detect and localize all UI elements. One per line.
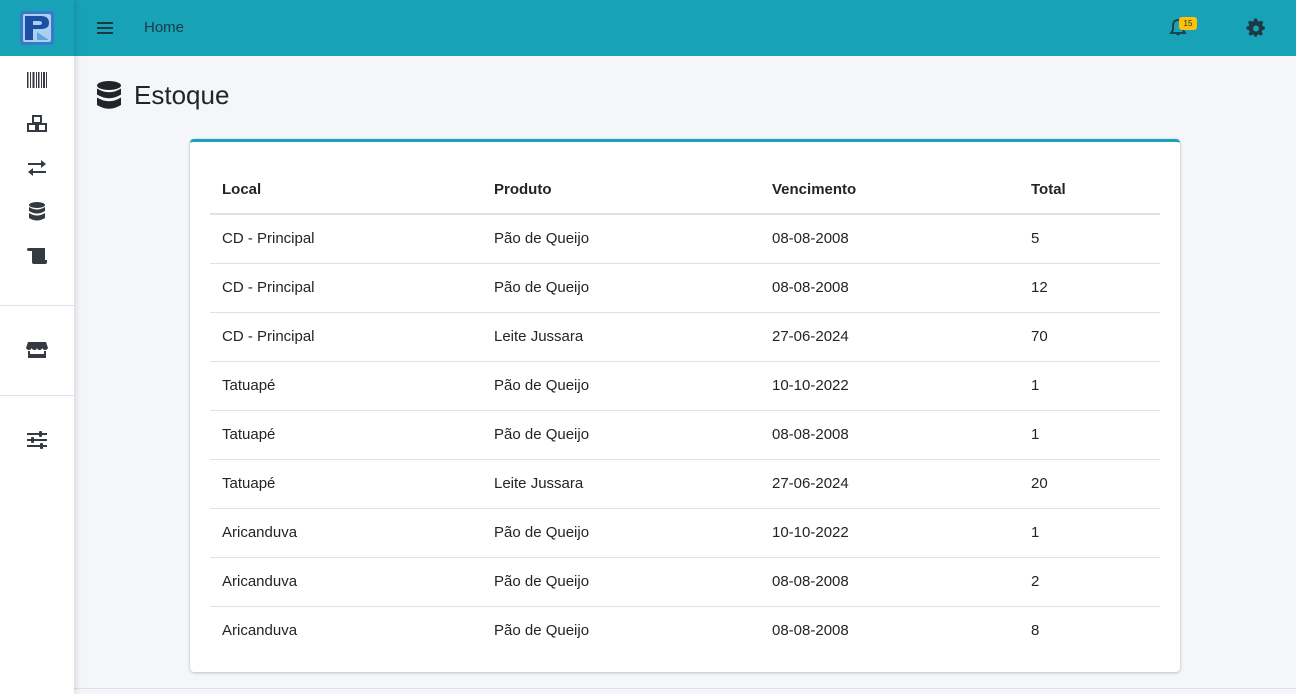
sliders-icon: [27, 431, 47, 449]
cell-produto: Pão de Queijo: [482, 508, 760, 558]
store-icon: [26, 342, 48, 358]
cell-produto: Leite Jussara: [482, 312, 760, 362]
table-row[interactable]: Aricanduva Pão de Queijo 08-08-2008 2: [210, 557, 1160, 607]
cell-local: Tatuapé: [210, 361, 482, 411]
sidebar-divider: [0, 305, 74, 306]
column-header-local[interactable]: Local: [210, 166, 482, 215]
sidebar-item-reports[interactable]: [0, 234, 74, 278]
cell-vencimento: 08-08-2008: [772, 622, 849, 640]
cell-total: 8: [1031, 622, 1040, 640]
barcode-icon: [27, 72, 47, 88]
table-row[interactable]: Tatuapé Leite Jussara 27-06-2024 20: [210, 459, 1160, 509]
cell-vencimento: 08-08-2008: [760, 410, 1019, 460]
table-row[interactable]: Aricanduva Pão de Queijo 10-10-2022 1: [210, 508, 1160, 558]
cell-total: 1: [1019, 410, 1160, 460]
cell-produto: Pão de Queijo: [482, 263, 760, 313]
column-header-total[interactable]: Total: [1019, 166, 1160, 215]
cell-vencimento: 27-06-2024: [760, 312, 1019, 362]
sidebar-item-barcode[interactable]: [0, 58, 74, 102]
cell-total: 5: [1019, 214, 1160, 264]
cell-vencimento: 08-08-2008: [760, 263, 1019, 313]
cell-vencimento: 10-10-2022: [760, 361, 1019, 411]
cell-local: Aricanduva: [222, 622, 298, 640]
page-title: Estoque: [134, 80, 230, 110]
cell-produto: Pão de Queijo: [482, 214, 760, 264]
sidebar-item-products[interactable]: [0, 102, 74, 146]
cell-local: CD - Principal: [210, 312, 482, 362]
table-header-row: Local Produto Vencimento Total: [210, 166, 1160, 215]
table-row[interactable]: CD - Principal Pão de Queijo 08-08-2008 …: [210, 214, 1160, 264]
sidebar-item-settings[interactable]: [0, 418, 74, 462]
hamburger-icon: [97, 22, 113, 34]
table-row[interactable]: CD - Principal Pão de Queijo 08-08-2008 …: [210, 263, 1160, 313]
boxes-icon: [27, 115, 47, 132]
sidebar-divider: [0, 395, 74, 396]
cell-local: CD - Principal: [210, 263, 482, 313]
cell-total: 12: [1019, 263, 1160, 313]
column-header-produto[interactable]: Produto: [482, 166, 760, 215]
cell-vencimento: 27-06-2024: [760, 459, 1019, 509]
cell-local: Aricanduva: [210, 557, 482, 607]
exchange-icon: [28, 160, 46, 176]
sidebar: [0, 0, 74, 694]
cell-produto: Leite Jussara: [482, 459, 760, 509]
cell-produto: Pão de Queijo: [482, 410, 760, 460]
cell-total: 2: [1019, 557, 1160, 607]
table-row[interactable]: Tatuapé Pão de Queijo 08-08-2008 1: [210, 410, 1160, 460]
sidebar-item-stock[interactable]: [0, 190, 74, 234]
cell-total: 1: [1019, 508, 1160, 558]
cell-produto: Pão de Queijo: [482, 557, 760, 607]
gear-icon[interactable]: [1246, 18, 1266, 38]
cell-vencimento: 08-08-2008: [760, 214, 1019, 264]
sidebar-item-transfers[interactable]: [0, 146, 74, 190]
stock-table: Local Produto Vencimento Total CD - Prin…: [210, 166, 1160, 655]
top-navbar: Home 15: [74, 0, 1296, 56]
database-icon: [29, 202, 45, 221]
table-row[interactable]: CD - Principal Leite Jussara 27-06-2024 …: [210, 312, 1160, 362]
menu-toggle-button[interactable]: [94, 17, 116, 39]
sidebar-item-stores[interactable]: [0, 328, 74, 372]
table-row[interactable]: Tatuapé Pão de Queijo 10-10-2022 1: [210, 361, 1160, 411]
cell-vencimento: 08-08-2008: [760, 557, 1019, 607]
cell-total: 70: [1019, 312, 1160, 362]
stock-card: Local Produto Vencimento Total CD - Prin…: [190, 139, 1180, 672]
cell-local: CD - Principal: [210, 214, 482, 264]
cell-produto: Pão de Queijo: [494, 622, 590, 640]
cell-produto: Pão de Queijo: [482, 361, 760, 411]
cell-total: 1: [1019, 361, 1160, 411]
logo-icon: [20, 11, 54, 45]
notification-badge: 15: [1179, 17, 1197, 30]
brand-logo[interactable]: [0, 0, 74, 56]
cell-local: Aricanduva: [210, 508, 482, 558]
cell-vencimento: 10-10-2022: [760, 508, 1019, 558]
home-link[interactable]: Home: [144, 19, 184, 36]
table-row[interactable]: Aricanduva Pão de Queijo 08-08-2008 8: [210, 606, 1160, 655]
database-icon: [97, 80, 121, 109]
page-header: Estoque: [96, 80, 229, 111]
cell-local: Tatuapé: [210, 410, 482, 460]
cell-total: 20: [1019, 459, 1160, 509]
scroll-icon: [27, 248, 47, 264]
column-header-vencimento[interactable]: Vencimento: [760, 166, 1019, 215]
cell-local: Tatuapé: [210, 459, 482, 509]
footer-divider: [74, 688, 1296, 689]
